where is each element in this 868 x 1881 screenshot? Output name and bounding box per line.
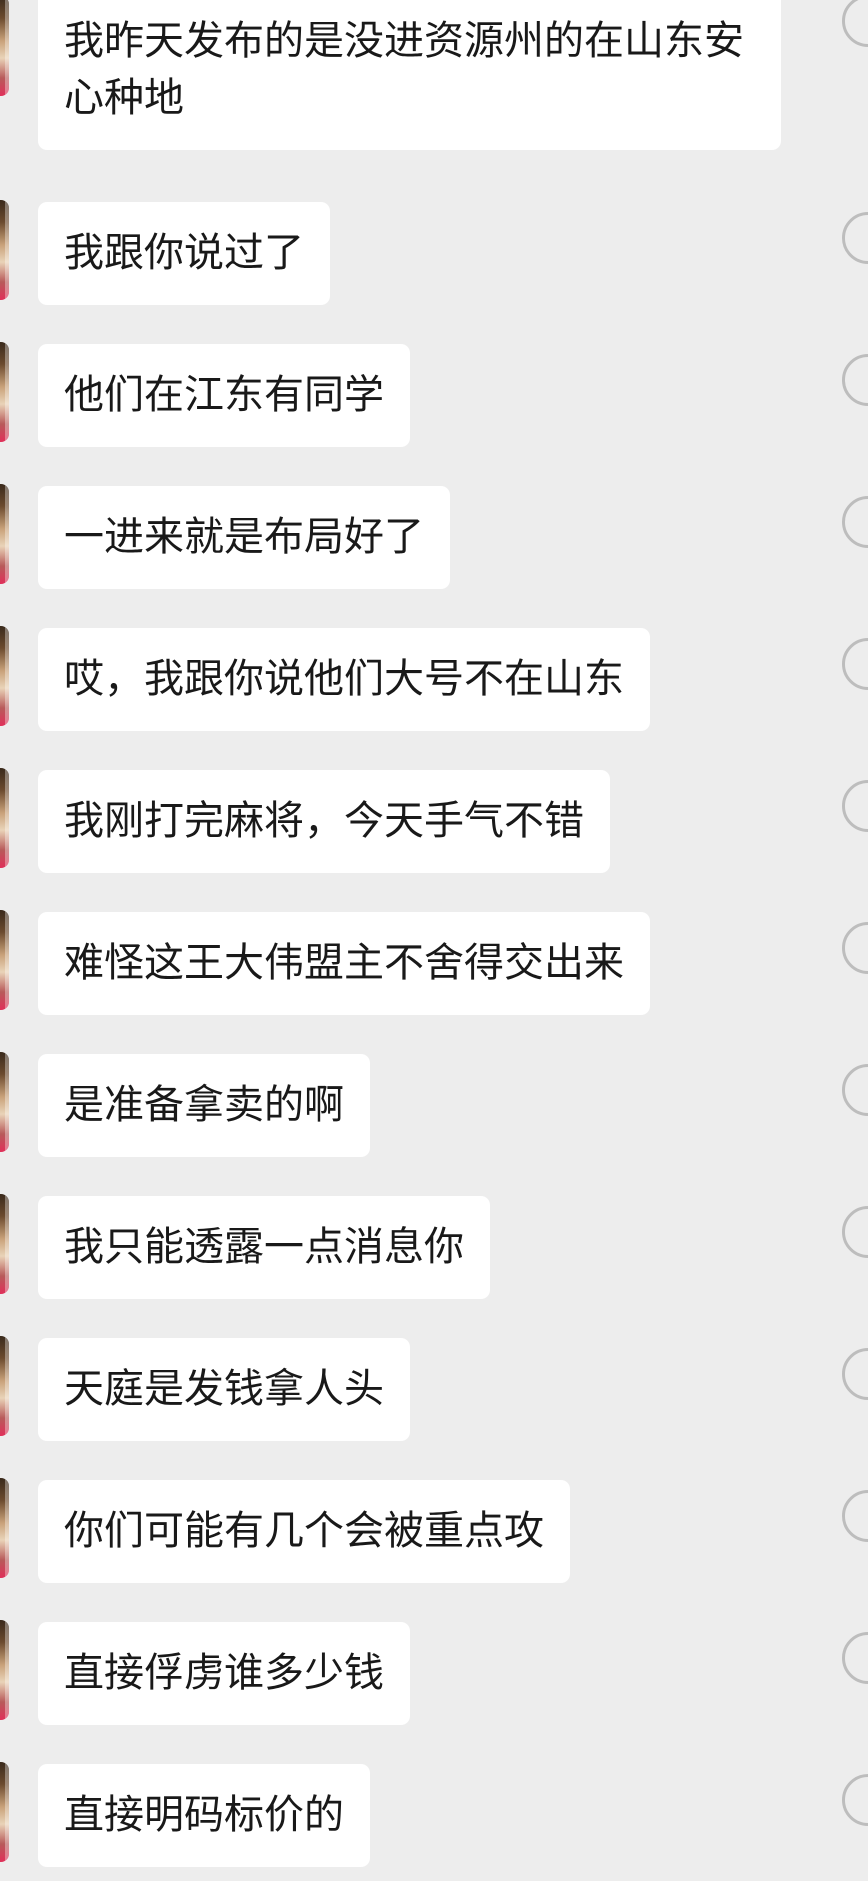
sender-avatar[interactable] — [0, 0, 9, 96]
message-bubble[interactable]: 我昨天发布的是没进资源州的在山东安心种地 — [38, 0, 781, 150]
select-message-checkbox[interactable] — [842, 1348, 868, 1400]
message-bubble[interactable]: 直接俘虏谁多少钱 — [38, 1622, 410, 1725]
select-message-checkbox[interactable] — [842, 354, 868, 406]
message-bubble[interactable]: 天庭是发钱拿人头 — [38, 1338, 410, 1441]
select-message-checkbox[interactable] — [842, 1064, 868, 1116]
sender-avatar[interactable] — [0, 1052, 9, 1152]
message-bubble[interactable]: 哎，我跟你说他们大号不在山东 — [38, 628, 650, 731]
select-message-checkbox[interactable] — [842, 638, 868, 690]
select-message-checkbox[interactable] — [842, 1206, 868, 1258]
message-bubble[interactable]: 你们可能有几个会被重点攻 — [38, 1480, 570, 1583]
select-message-checkbox[interactable] — [842, 0, 868, 47]
chat-message-list[interactable]: 我昨天发布的是没进资源州的在山东安心种地 我跟你说过了 他们在江东有同学 一进来… — [0, 0, 868, 1881]
sender-avatar[interactable] — [0, 1620, 9, 1720]
sender-avatar[interactable] — [0, 342, 9, 442]
select-message-checkbox[interactable] — [842, 1632, 868, 1684]
sender-avatar[interactable] — [0, 1194, 9, 1294]
message-bubble[interactable]: 直接明码标价的 — [38, 1764, 370, 1867]
sender-avatar[interactable] — [0, 484, 9, 584]
select-message-checkbox[interactable] — [842, 1774, 868, 1826]
message-bubble[interactable]: 我跟你说过了 — [38, 202, 330, 305]
sender-avatar[interactable] — [0, 768, 9, 868]
message-bubble[interactable]: 我只能透露一点消息你 — [38, 1196, 490, 1299]
select-message-checkbox[interactable] — [842, 922, 868, 974]
sender-avatar[interactable] — [0, 200, 9, 300]
select-message-checkbox[interactable] — [842, 496, 868, 548]
select-message-checkbox[interactable] — [842, 780, 868, 832]
sender-avatar[interactable] — [0, 1762, 9, 1862]
message-bubble[interactable]: 他们在江东有同学 — [38, 344, 410, 447]
sender-avatar[interactable] — [0, 910, 9, 1010]
message-bubble[interactable]: 是准备拿卖的啊 — [38, 1054, 370, 1157]
sender-avatar[interactable] — [0, 1478, 9, 1578]
sender-avatar[interactable] — [0, 626, 9, 726]
message-bubble[interactable]: 我刚打完麻将，今天手气不错 — [38, 770, 610, 873]
sender-avatar[interactable] — [0, 1336, 9, 1436]
message-bubble[interactable]: 难怪这王大伟盟主不舍得交出来 — [38, 912, 650, 1015]
select-message-checkbox[interactable] — [842, 1490, 868, 1542]
select-message-checkbox[interactable] — [842, 212, 868, 264]
message-bubble[interactable]: 一进来就是布局好了 — [38, 486, 450, 589]
